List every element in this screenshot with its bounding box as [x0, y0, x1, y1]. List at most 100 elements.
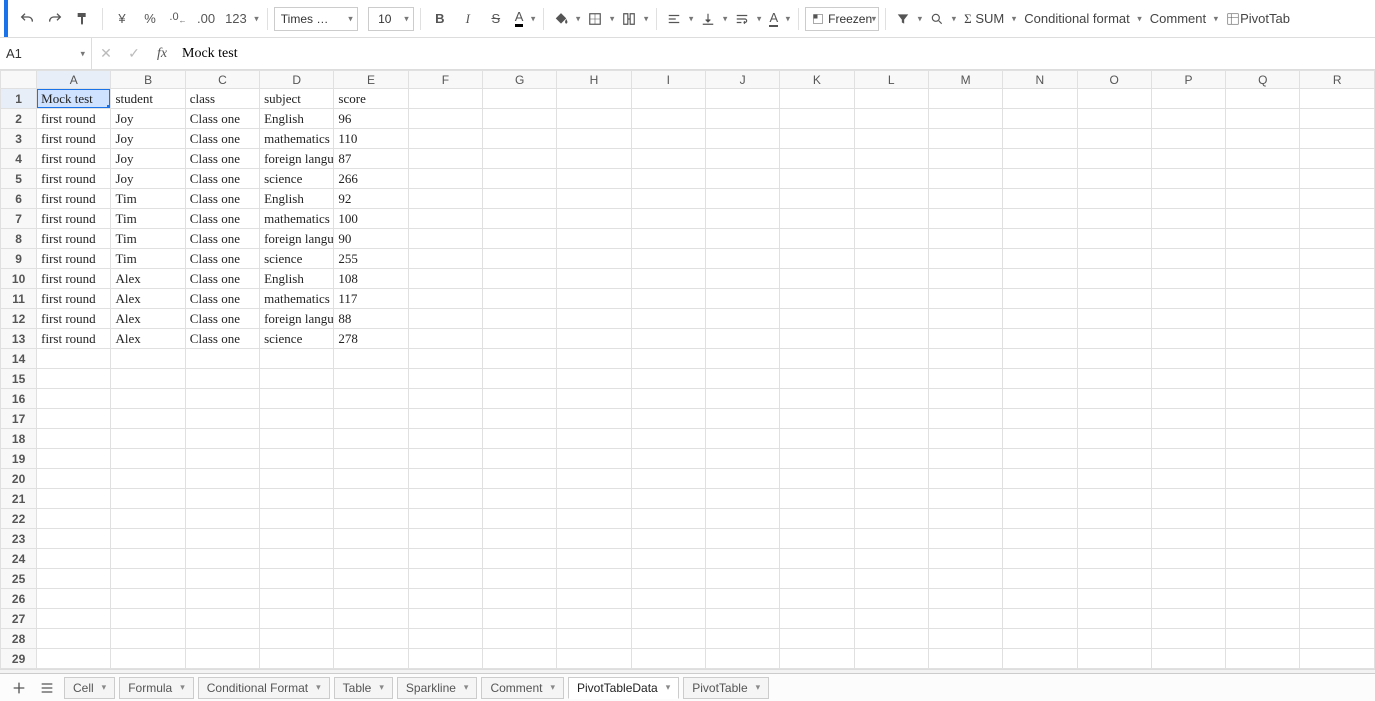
cell[interactable]: [1300, 529, 1375, 549]
cell[interactable]: Joy: [111, 129, 185, 149]
cell[interactable]: first round: [37, 129, 111, 149]
cell[interactable]: [705, 549, 779, 569]
cell[interactable]: [1226, 389, 1300, 409]
cell[interactable]: [1151, 549, 1225, 569]
merge-cells-button[interactable]: [618, 6, 650, 32]
cell[interactable]: first round: [37, 209, 111, 229]
cell[interactable]: [1300, 449, 1375, 469]
cell[interactable]: [1226, 449, 1300, 469]
cell[interactable]: Alex: [111, 309, 185, 329]
cell[interactable]: [111, 429, 185, 449]
cell[interactable]: [631, 429, 705, 449]
cell[interactable]: [185, 589, 259, 609]
row-header[interactable]: 15: [1, 369, 37, 389]
cell[interactable]: [854, 229, 928, 249]
cell[interactable]: [854, 389, 928, 409]
cell[interactable]: [780, 169, 854, 189]
cell[interactable]: [111, 629, 185, 649]
cell[interactable]: [483, 209, 557, 229]
cell[interactable]: [705, 169, 779, 189]
cell[interactable]: [1003, 469, 1077, 489]
cell[interactable]: [1077, 349, 1151, 369]
cell[interactable]: [37, 549, 111, 569]
cell[interactable]: [1003, 629, 1077, 649]
cell[interactable]: [260, 469, 334, 489]
cell[interactable]: [854, 369, 928, 389]
cell[interactable]: [1077, 389, 1151, 409]
cell[interactable]: [705, 269, 779, 289]
cell[interactable]: 255: [334, 249, 408, 269]
cell[interactable]: [1300, 429, 1375, 449]
cell[interactable]: [705, 229, 779, 249]
cell[interactable]: foreign langu: [260, 229, 334, 249]
cell[interactable]: [483, 469, 557, 489]
cell[interactable]: [1226, 189, 1300, 209]
row-header[interactable]: 23: [1, 529, 37, 549]
cell[interactable]: [631, 549, 705, 569]
cell[interactable]: [854, 449, 928, 469]
cell[interactable]: [483, 229, 557, 249]
cell[interactable]: [705, 209, 779, 229]
cell[interactable]: [854, 129, 928, 149]
cell[interactable]: [1151, 129, 1225, 149]
cell[interactable]: [408, 569, 482, 589]
cell[interactable]: [1151, 209, 1225, 229]
cell[interactable]: [557, 489, 631, 509]
row-header[interactable]: 28: [1, 629, 37, 649]
cell[interactable]: Class one: [185, 269, 259, 289]
cell[interactable]: [1226, 369, 1300, 389]
cell[interactable]: [408, 229, 482, 249]
cell[interactable]: [631, 109, 705, 129]
cell[interactable]: [1300, 249, 1375, 269]
cell[interactable]: [483, 269, 557, 289]
cell[interactable]: [928, 289, 1002, 309]
cell[interactable]: Class one: [185, 189, 259, 209]
cell[interactable]: [631, 89, 705, 109]
cell[interactable]: [408, 589, 482, 609]
cell[interactable]: [260, 369, 334, 389]
cell[interactable]: [631, 349, 705, 369]
cell[interactable]: [483, 509, 557, 529]
cell[interactable]: [37, 409, 111, 429]
cell[interactable]: [408, 349, 482, 369]
cell[interactable]: [1077, 229, 1151, 249]
cell[interactable]: [408, 629, 482, 649]
cell[interactable]: [780, 249, 854, 269]
cell[interactable]: [1077, 509, 1151, 529]
cell[interactable]: Joy: [111, 109, 185, 129]
cell[interactable]: [780, 269, 854, 289]
cell[interactable]: [408, 89, 482, 109]
cell[interactable]: [1300, 369, 1375, 389]
cell[interactable]: [1077, 169, 1151, 189]
formula-input[interactable]: [176, 46, 1375, 62]
cell[interactable]: [928, 189, 1002, 209]
cell[interactable]: [854, 569, 928, 589]
cell[interactable]: Class one: [185, 209, 259, 229]
cell[interactable]: [37, 509, 111, 529]
cell[interactable]: [557, 509, 631, 529]
cell[interactable]: [557, 369, 631, 389]
cell[interactable]: [483, 549, 557, 569]
row-header[interactable]: 13: [1, 329, 37, 349]
cell[interactable]: English: [260, 109, 334, 129]
cell[interactable]: [483, 129, 557, 149]
cell[interactable]: [408, 309, 482, 329]
cell[interactable]: [780, 469, 854, 489]
cell[interactable]: [557, 589, 631, 609]
cell[interactable]: English: [260, 189, 334, 209]
cell[interactable]: [1077, 529, 1151, 549]
cell[interactable]: [928, 209, 1002, 229]
cell[interactable]: [557, 429, 631, 449]
cell[interactable]: [111, 589, 185, 609]
cell[interactable]: [1151, 389, 1225, 409]
cell[interactable]: [185, 469, 259, 489]
column-header[interactable]: N: [1003, 71, 1077, 89]
cell[interactable]: [928, 609, 1002, 629]
cell[interactable]: [1003, 549, 1077, 569]
sum-dropdown[interactable]: Σ SUM: [960, 6, 1018, 32]
column-header[interactable]: I: [631, 71, 705, 89]
name-box-input[interactable]: [6, 46, 66, 61]
cell[interactable]: [705, 189, 779, 209]
cell[interactable]: [1226, 109, 1300, 129]
cell[interactable]: [37, 369, 111, 389]
